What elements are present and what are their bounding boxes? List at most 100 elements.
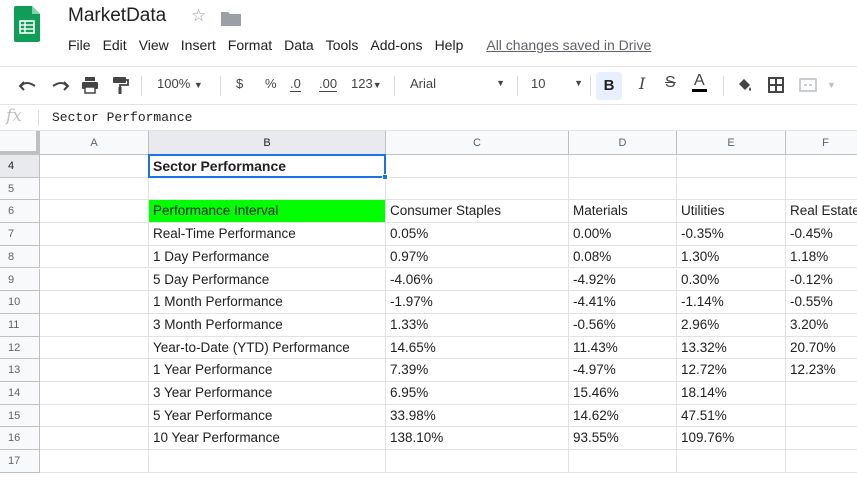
cell-a4[interactable] [40, 155, 149, 178]
borders-icon[interactable] [766, 75, 786, 95]
row-header-13[interactable]: 13 [0, 359, 40, 382]
cell-d4[interactable] [569, 155, 677, 178]
paint-format-icon[interactable] [110, 75, 130, 95]
row-header-8[interactable]: 8 [0, 245, 40, 269]
cell-e6[interactable]: Utilities [677, 200, 786, 224]
fill-handle[interactable] [382, 173, 388, 180]
cell-c7[interactable]: 0.05% [386, 223, 569, 246]
cell-e16[interactable]: 109.76% [677, 427, 786, 451]
row-header-5[interactable]: 5 [0, 177, 40, 201]
menu-tools[interactable]: Tools [326, 37, 359, 53]
text-color-button[interactable]: A [692, 73, 707, 92]
menu-add-ons[interactable]: Add-ons [370, 37, 422, 53]
row-header-4[interactable]: 4 [0, 155, 40, 178]
cell-a8[interactable] [40, 245, 149, 269]
cell-d13[interactable]: -4.97% [569, 359, 677, 382]
cell-e14[interactable]: 18.14% [677, 382, 786, 405]
increase-decimal-button[interactable]: .00 [319, 76, 338, 92]
cell-d9[interactable]: -4.92% [569, 268, 677, 292]
menu-format[interactable]: Format [228, 37, 272, 53]
cell-a7[interactable] [40, 223, 149, 246]
cell-d11[interactable]: -0.56% [569, 313, 677, 337]
cell-b9[interactable]: 5 Day Performance [149, 268, 386, 292]
cell-e10[interactable]: -1.14% [677, 291, 786, 314]
cell-a14[interactable] [40, 382, 149, 405]
menu-help[interactable]: Help [435, 37, 464, 53]
cell-f11[interactable]: 3.20% [786, 314, 857, 337]
row-header-15[interactable]: 15 [0, 404, 40, 428]
menu-data[interactable]: Data [284, 37, 314, 53]
cell-b14[interactable]: 3 Year Performance [149, 382, 386, 405]
cell-c8[interactable]: 0.97% [386, 245, 569, 269]
cell-d12[interactable]: 11.43% [569, 336, 677, 360]
cell-d15[interactable]: 14.62% [569, 404, 677, 428]
row-header-12[interactable]: 12 [0, 336, 40, 360]
column-header-f[interactable]: F [786, 131, 857, 155]
row-header-10[interactable]: 10 [0, 291, 40, 314]
cell-f5[interactable] [786, 178, 857, 201]
redo-icon[interactable] [50, 75, 70, 95]
menu-file[interactable]: File [68, 37, 91, 53]
column-header-d[interactable]: D [569, 131, 677, 155]
cell-f13[interactable]: 12.23% [786, 359, 857, 382]
chevron-down-icon[interactable]: ▼ [827, 76, 836, 91]
cell-f17[interactable] [786, 450, 857, 473]
cell-f15[interactable] [786, 405, 857, 428]
cell-e5[interactable] [677, 177, 786, 201]
cell-d17[interactable] [569, 450, 677, 473]
font-size-select[interactable]: 10 ▼ [531, 76, 583, 91]
cell-d16[interactable]: 93.55% [569, 427, 677, 451]
cell-f7[interactable]: -0.45% [786, 223, 857, 246]
cell-d7[interactable]: 0.00% [569, 223, 677, 246]
save-status-link[interactable]: All changes saved in Drive [486, 37, 651, 53]
cell-f4[interactable] [786, 155, 857, 178]
cell-c13[interactable]: 7.39% [386, 359, 569, 382]
cell-a10[interactable] [40, 291, 149, 314]
cell-b13[interactable]: 1 Year Performance [149, 359, 386, 382]
cell-c11[interactable]: 1.33% [386, 313, 569, 337]
cell-a17[interactable] [40, 450, 149, 473]
cell-e12[interactable]: 13.32% [677, 336, 786, 360]
cell-a16[interactable] [40, 427, 149, 451]
cell-c16[interactable]: 138.10% [386, 427, 569, 451]
zoom-select[interactable]: 100% ▼ [157, 76, 203, 91]
print-icon[interactable] [80, 75, 100, 95]
cell-c12[interactable]: 14.65% [386, 336, 569, 360]
select-all-corner[interactable] [0, 131, 40, 155]
cell-d10[interactable]: -4.41% [569, 291, 677, 314]
cell-b5[interactable] [149, 177, 386, 201]
decrease-decimal-button[interactable]: .0 [290, 76, 301, 92]
cell-a5[interactable] [40, 177, 149, 201]
column-header-b[interactable]: B [149, 131, 386, 155]
cell-b15[interactable]: 5 Year Performance [149, 404, 386, 428]
cell-c15[interactable]: 33.98% [386, 404, 569, 428]
bold-button[interactable]: B [596, 72, 622, 100]
cell-d14[interactable]: 15.46% [569, 382, 677, 405]
cell-b11[interactable]: 3 Month Performance [149, 313, 386, 337]
column-header-e[interactable]: E [677, 131, 786, 155]
font-family-select[interactable]: Arial ▼ [410, 76, 505, 91]
cell-a6[interactable] [40, 200, 149, 224]
menu-insert[interactable]: Insert [181, 37, 216, 53]
row-header-11[interactable]: 11 [0, 313, 40, 337]
cell-e15[interactable]: 47.51% [677, 404, 786, 428]
cell-a13[interactable] [40, 359, 149, 382]
cell-c9[interactable]: -4.06% [386, 268, 569, 292]
strikethrough-button[interactable]: S [665, 74, 676, 92]
cell-b12[interactable]: Year-to-Date (YTD) Performance [149, 336, 386, 360]
cell-e13[interactable]: 12.72% [677, 359, 786, 382]
cell-a12[interactable] [40, 336, 149, 360]
cell-c14[interactable]: 6.95% [386, 382, 569, 405]
cell-a15[interactable] [40, 404, 149, 428]
cell-e9[interactable]: 0.30% [677, 268, 786, 292]
cell-c6[interactable]: Consumer Staples [386, 200, 569, 224]
menu-view[interactable]: View [139, 37, 169, 53]
menu-edit[interactable]: Edit [103, 37, 127, 53]
cell-b4[interactable]: Sector Performance [149, 155, 386, 178]
cell-b7[interactable]: Real-Time Performance [149, 223, 386, 246]
cell-e8[interactable]: 1.30% [677, 245, 786, 269]
row-header-17[interactable]: 17 [0, 450, 40, 473]
cell-b17[interactable] [149, 450, 386, 473]
percent-format-button[interactable]: % [265, 76, 277, 91]
cell-d5[interactable] [569, 177, 677, 201]
